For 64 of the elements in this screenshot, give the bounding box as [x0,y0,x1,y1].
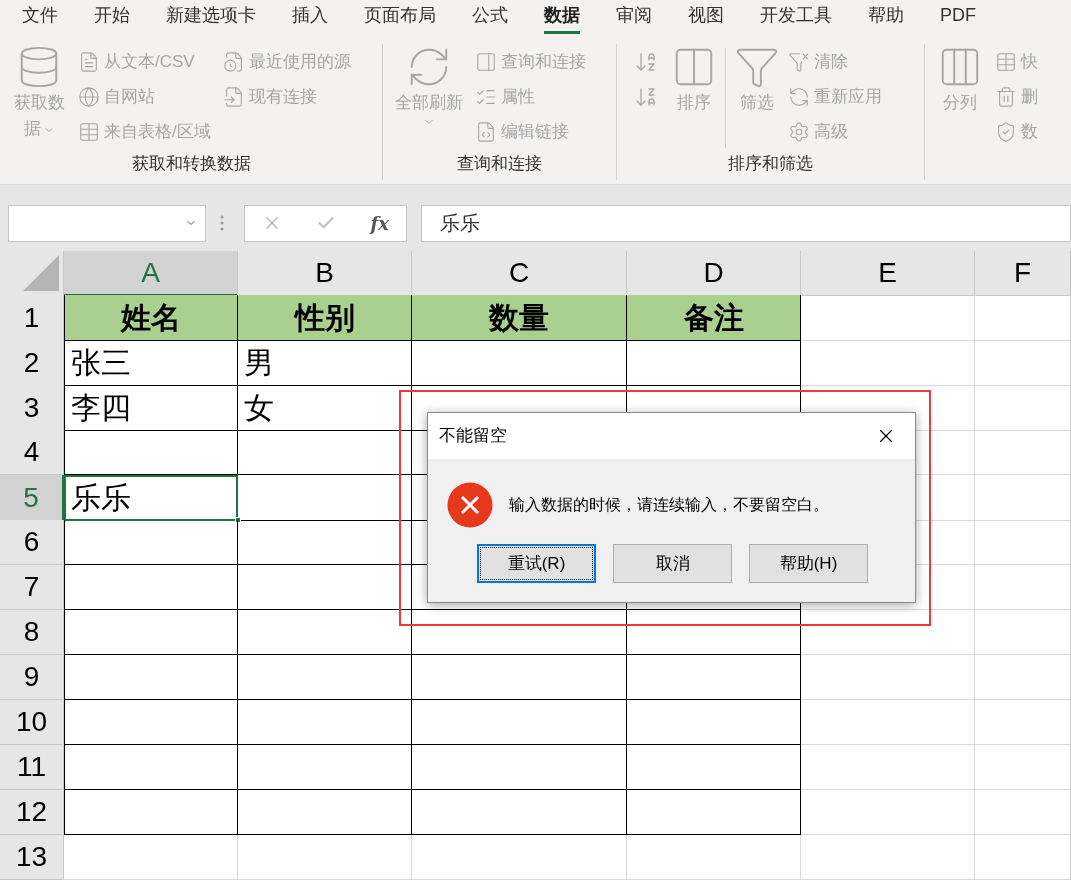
ribbon-tab[interactable]: 页面布局 [364,0,436,34]
ribbon-tab[interactable]: 插入 [292,0,328,34]
row-header[interactable]: 10 [0,700,64,745]
insert-function-button[interactable]: fx [370,209,389,237]
row-header[interactable]: 13 [0,835,64,880]
name-box[interactable] [8,204,206,242]
ribbon-icon [78,85,100,108]
row-header[interactable]: 7 [0,565,64,610]
ribbon-icon [995,50,1017,73]
ribbon-tab[interactable]: 开发工具 [760,0,832,34]
ribbon-icon [222,50,245,73]
ribbon-icon [78,120,100,143]
select-all-corner[interactable] [23,255,59,291]
column-header[interactable]: A [64,251,238,296]
ribbon-icon [78,50,100,73]
row-header[interactable]: 6 [0,520,64,565]
ribbon-icon [475,50,497,73]
ribbon-tab[interactable]: 公式 [472,0,508,34]
error-icon [447,482,493,528]
group-label: 查询和连接 [456,152,543,175]
table-cell: 李四 [64,385,238,431]
table-cell: 备注 [627,295,801,341]
ribbon-icon [788,50,810,73]
formula-input[interactable]: 乐乐 [421,204,1071,242]
group-label: 获取和转换数据 [130,152,252,175]
row-header[interactable]: 4 [0,430,64,475]
row-header[interactable]: 11 [0,745,64,790]
table-cell: 姓名 [64,295,238,341]
table-cell: 女 [238,385,412,431]
table-cell: 性别 [238,295,412,341]
dialog-title: 不能留空 [439,425,507,448]
table-cell: 男 [238,340,412,386]
dialog-message: 输入数据的时候，请连续输入，不要留空白。 [509,495,829,515]
ribbon-tab[interactable]: PDF [940,0,976,34]
ribbon-tab[interactable]: 新建选项卡 [166,0,256,34]
table-cell: 乐乐 [64,475,238,521]
table-cell: 张三 [64,340,238,386]
row-header[interactable]: 3 [0,385,64,431]
row-header[interactable]: 8 [0,610,64,655]
ribbon-tab[interactable]: 开始 [94,0,130,34]
ribbon-icon [995,120,1017,143]
row-header[interactable]: 2 [0,340,64,386]
ribbon-icon [475,120,497,143]
ribbon-tab[interactable]: 文件 [22,0,58,34]
ribbon-tab[interactable]: 视图 [688,0,724,34]
column-header[interactable]: E [801,251,975,296]
dialog-button[interactable]: 帮助(H) [749,544,868,583]
row-header[interactable]: 1 [0,295,64,341]
column-header[interactable]: F [975,251,1071,296]
fill-handle[interactable] [235,517,241,523]
ribbon-tab[interactable]: 审阅 [616,0,652,34]
ribbon-icon [788,85,810,108]
grip-icon [220,215,224,231]
ribbon-icon [995,85,1017,108]
ribbon-tab[interactable]: 帮助 [868,0,904,34]
dialog-button[interactable]: 取消 [613,544,732,583]
ribbon-icon [222,85,245,108]
dialog-button[interactable]: 重试(R) [477,544,596,583]
table-cell: 数量 [412,295,627,341]
ribbon-icon [788,120,810,143]
row-header[interactable]: 12 [0,790,64,835]
row-header[interactable]: 5 [0,475,64,521]
group-label: 排序和筛选 [727,152,814,175]
row-header[interactable]: 9 [0,655,64,700]
